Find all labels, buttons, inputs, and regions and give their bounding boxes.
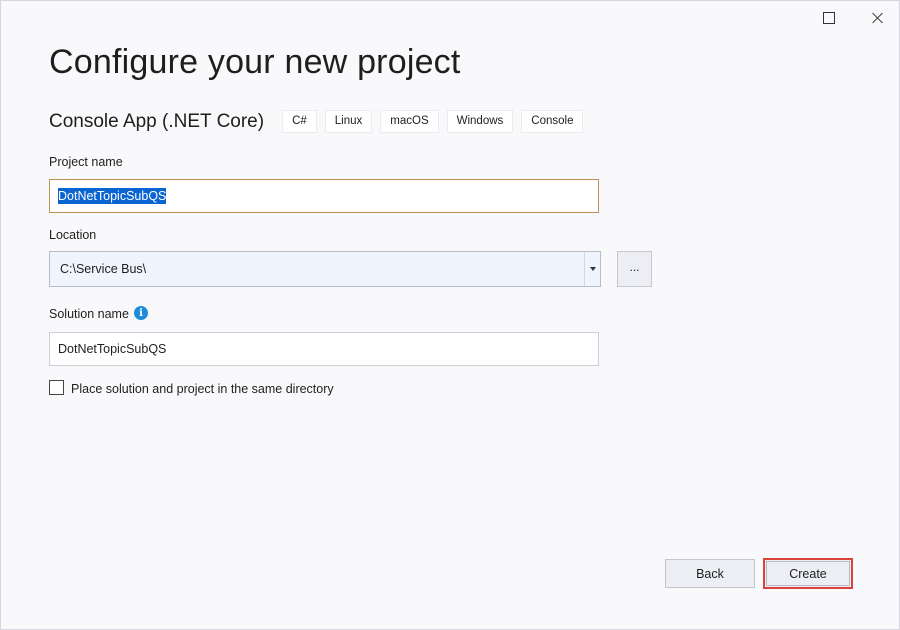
project-name-label: Project name [49, 155, 123, 169]
template-name: Console App (.NET Core) [49, 110, 265, 132]
chevron-down-icon [589, 267, 596, 271]
browse-button[interactable]: ... [617, 251, 652, 287]
location-combobox[interactable]: C:\Service Bus\ [49, 251, 601, 287]
same-directory-checkbox[interactable] [49, 380, 64, 395]
tag-macos: macOS [380, 110, 439, 133]
project-name-value: DotNetTopicSubQS [58, 188, 167, 204]
project-name-input[interactable]: DotNetTopicSubQS [49, 179, 599, 213]
configure-project-dialog: Configure your new project Console App (… [0, 0, 900, 630]
close-button[interactable] [858, 5, 898, 31]
tag-windows: Windows [446, 110, 514, 133]
create-button-label: Create [766, 561, 850, 586]
maximize-icon [823, 12, 835, 24]
solution-name-label: Solution name [49, 307, 129, 321]
close-icon [872, 12, 884, 24]
location-dropdown-button[interactable] [584, 252, 600, 286]
maximize-button[interactable] [809, 5, 849, 31]
location-label: Location [49, 228, 97, 242]
template-summary: Console App (.NET Core) C# Linux macOS W… [49, 110, 591, 133]
info-icon[interactable]: i [134, 306, 148, 320]
tag-linux: Linux [324, 110, 373, 133]
back-button[interactable]: Back [665, 559, 755, 588]
tag-csharp: C# [282, 110, 317, 133]
same-directory-label[interactable]: Place solution and project in the same d… [71, 382, 334, 396]
create-button[interactable]: Create [763, 558, 853, 589]
tag-console: Console [521, 110, 584, 133]
solution-name-input[interactable]: DotNetTopicSubQS [49, 332, 599, 366]
solution-name-value: DotNetTopicSubQS [58, 342, 167, 356]
location-value: C:\Service Bus\ [60, 262, 147, 276]
page-title: Configure your new project [49, 43, 461, 81]
